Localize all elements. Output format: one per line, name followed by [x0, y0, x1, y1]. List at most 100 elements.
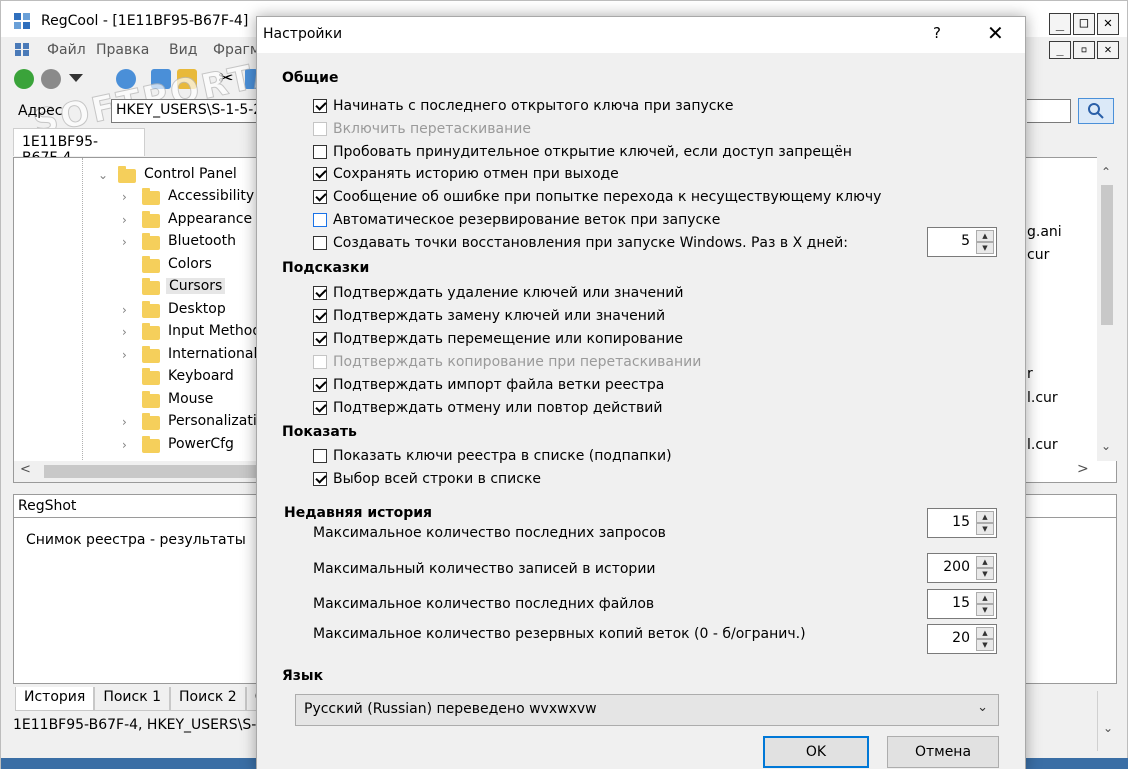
document-tab[interactable]: 1E11BF95-B67F-4 — [13, 128, 145, 166]
chevron-right-icon[interactable]: › — [122, 438, 127, 452]
chevron-right-icon[interactable]: › — [122, 190, 127, 204]
values-vertical-scrollbar[interactable]: ⌃ ⌄ — [1097, 157, 1117, 461]
tab-history[interactable]: История — [15, 687, 95, 711]
checkbox[interactable] — [313, 144, 327, 159]
checkbox-row[interactable]: Подтверждать импорт файла ветки реестра — [313, 375, 664, 395]
address-input-end[interactable] — [1027, 99, 1071, 123]
checkbox-checked[interactable] — [313, 190, 327, 205]
checkbox-checked[interactable] — [313, 331, 327, 346]
ok-button[interactable]: OK — [763, 736, 869, 768]
checkbox[interactable] — [313, 235, 327, 250]
checkbox-checked[interactable] — [313, 99, 327, 113]
history-spinner[interactable]: 15 ▲ ▼ — [927, 508, 997, 538]
spinner-value[interactable]: 20 — [952, 630, 970, 646]
spinner-value[interactable]: 15 — [952, 595, 970, 611]
spin-down-icon[interactable]: ▼ — [976, 639, 994, 651]
dialog-close-button[interactable]: ✕ — [987, 21, 1004, 45]
spin-up-icon[interactable]: ▲ — [976, 230, 994, 242]
spin-up-icon[interactable]: ▲ — [976, 627, 994, 639]
scroll-thumb[interactable] — [44, 465, 270, 478]
bottom-scrollbar[interactable]: ⌄ — [1097, 691, 1117, 751]
menu-edit[interactable]: Правка — [96, 42, 149, 58]
checkbox-row[interactable]: Сообщение об ошибке при попытке перехода… — [313, 187, 881, 207]
tree-item-label: International — [168, 345, 258, 362]
checkbox-row[interactable]: Подтверждать замену ключей или значений — [313, 306, 665, 326]
chevron-right-icon[interactable]: › — [122, 415, 127, 429]
checkbox[interactable] — [313, 213, 327, 227]
language-select[interactable]: Русский (Russian) переведено wvxwxvw ⌄ — [295, 694, 999, 726]
history-spinner[interactable]: 15 ▲ ▼ — [927, 589, 997, 619]
scroll-right-icon[interactable]: > — [1077, 461, 1089, 477]
address-input[interactable]: HKEY_USERS\S-1-5-21 — [111, 99, 259, 123]
spin-up-icon[interactable]: ▲ — [976, 592, 994, 604]
spin-down-icon[interactable]: ▼ — [976, 523, 994, 535]
section-hints: Подсказки — [282, 260, 370, 276]
checkbox-row[interactable]: Пробовать принудительное открытие ключей… — [313, 142, 852, 162]
search-button[interactable] — [1078, 98, 1114, 124]
mdi-restore-button[interactable]: ▫ — [1073, 41, 1095, 59]
spin-up-icon[interactable]: ▲ — [976, 511, 994, 523]
chevron-right-icon[interactable]: › — [122, 213, 127, 227]
spin-up-icon[interactable]: ▲ — [976, 556, 994, 568]
settings-dialog: Настройки ? ✕ Общие Начинать с последнег… — [256, 16, 1026, 769]
scroll-down-icon[interactable]: ⌄ — [1103, 721, 1113, 735]
menu-view[interactable]: Вид — [169, 42, 197, 58]
checkbox-row[interactable]: Начинать с последнего открытого ключа пр… — [313, 96, 734, 116]
tab-search-2[interactable]: Поиск 2 — [170, 687, 246, 711]
checkbox-row[interactable]: Подтверждать удаление ключей или значени… — [313, 283, 683, 303]
checkbox-checked[interactable] — [313, 286, 327, 300]
chevron-right-icon[interactable]: › — [122, 303, 127, 317]
scroll-left-icon[interactable]: < — [20, 462, 31, 477]
spinner-value[interactable]: 200 — [943, 559, 970, 575]
scroll-up-icon[interactable]: ⌃ — [1101, 165, 1111, 179]
chevron-right-icon[interactable]: › — [122, 348, 127, 362]
mdi-minimize-button[interactable]: _ — [1049, 41, 1071, 59]
tab-search-1[interactable]: Поиск 1 — [94, 687, 171, 711]
cancel-button[interactable]: Отмена — [887, 736, 999, 768]
checkbox-row[interactable]: Автоматическое резервирование веток при … — [313, 210, 720, 230]
value-fragment: l.cur — [1027, 437, 1058, 453]
checkbox-checked[interactable] — [313, 377, 327, 392]
checkbox-row[interactable]: Показать ключи реестра в списке (подпапк… — [313, 446, 672, 466]
help-button[interactable]: ? — [933, 24, 941, 42]
checkbox-checked[interactable] — [313, 308, 327, 323]
folder-icon — [142, 300, 160, 318]
chevron-down-icon[interactable]: ⌄ — [98, 168, 108, 182]
history-spinner[interactable]: 20 ▲ ▼ — [927, 624, 997, 654]
maximize-button[interactable]: □ — [1073, 13, 1095, 35]
checkbox-row[interactable]: Создавать точки восстановления при запус… — [313, 233, 848, 253]
scroll-thumb[interactable] — [1101, 185, 1113, 325]
checkbox-checked[interactable] — [313, 167, 327, 182]
checkbox-row[interactable]: Подтверждать копирование при перетаскива… — [313, 352, 701, 372]
restore-days-spinner[interactable]: 5 ▲ ▼ — [927, 227, 997, 257]
chevron-right-icon[interactable]: › — [122, 325, 127, 339]
restore-days-value[interactable]: 5 — [961, 233, 970, 249]
tree-item-label: Personalization — [168, 413, 258, 429]
checkbox-checked[interactable] — [313, 400, 327, 415]
checkbox-checked[interactable] — [313, 472, 327, 486]
checkbox-row[interactable]: Сохранять историю отмен при выходе — [313, 164, 619, 184]
checkbox-row[interactable]: Подтверждать перемещение или копирование — [313, 329, 683, 349]
checkbox[interactable] — [313, 449, 327, 463]
folder-icon — [118, 166, 136, 183]
history-spinner[interactable]: 200 ▲ ▼ — [927, 553, 997, 583]
checkbox-row[interactable]: Подтверждать отмену или повтор действий — [313, 398, 663, 418]
tree-horizontal-scrollbar[interactable]: < — [13, 461, 270, 483]
dialog-title: Настройки — [263, 26, 343, 42]
spinner-value[interactable]: 15 — [952, 514, 970, 530]
close-button[interactable]: ✕ — [1097, 13, 1119, 35]
folder-icon — [142, 255, 160, 273]
scroll-down-icon[interactable]: ⌄ — [1101, 439, 1111, 453]
spin-down-icon[interactable]: ▼ — [976, 242, 994, 254]
checkbox-row[interactable]: Включить перетаскивание — [313, 119, 531, 139]
spin-down-icon[interactable]: ▼ — [976, 604, 994, 616]
mdi-close-button[interactable]: ✕ — [1097, 41, 1119, 59]
minimize-button[interactable]: _ — [1049, 13, 1071, 35]
menu-file[interactable]: Файл — [47, 42, 86, 58]
chevron-down-icon[interactable]: ⌄ — [977, 700, 988, 715]
chevron-right-icon[interactable]: › — [122, 235, 127, 249]
spin-down-icon[interactable]: ▼ — [976, 568, 994, 580]
checkbox-row[interactable]: Выбор всей строки в списке — [313, 469, 541, 489]
checkbox-label: Подтверждать замену ключей или значений — [333, 307, 666, 324]
value-fragment: g.ani — [1027, 224, 1062, 240]
